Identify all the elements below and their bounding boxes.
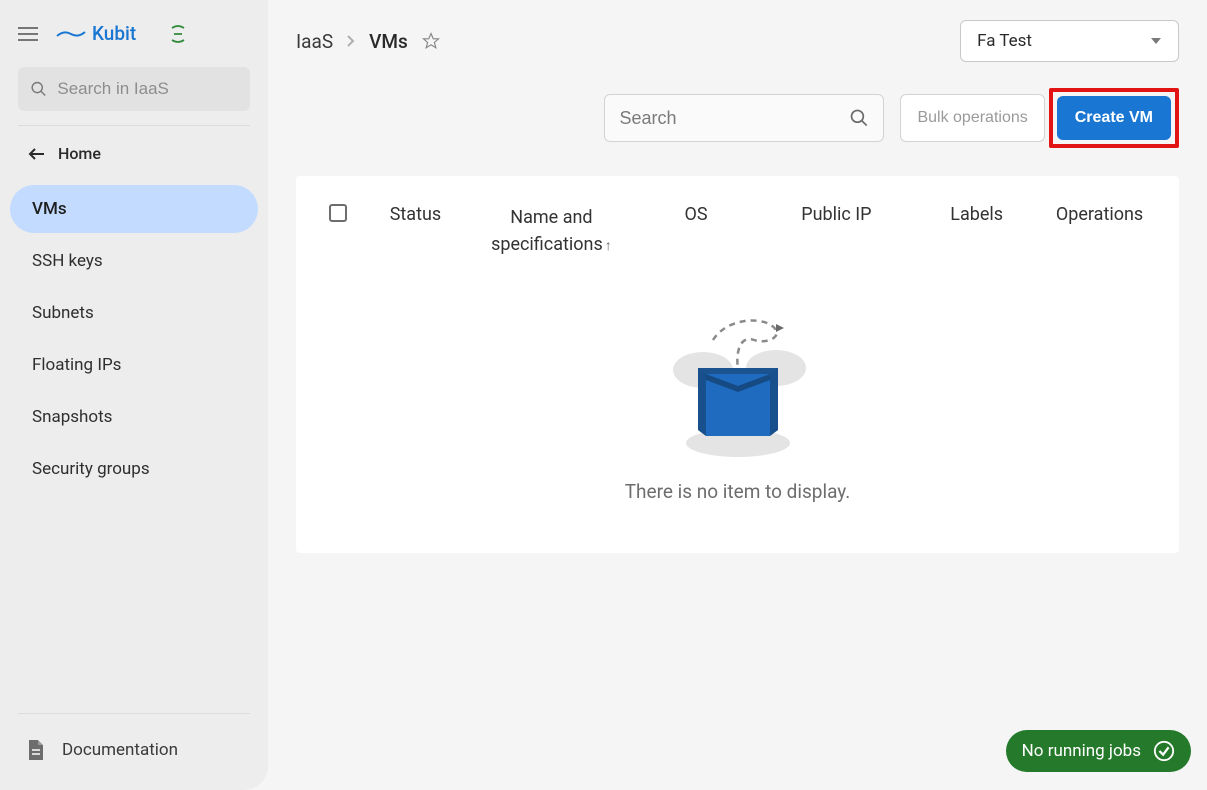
brand-logo[interactable]: Kubit xyxy=(56,22,136,45)
sidebar-header: Kubit xyxy=(0,0,268,67)
check-circle-icon xyxy=(1153,740,1175,762)
column-status[interactable]: Status xyxy=(363,198,468,231)
divider xyxy=(18,713,250,714)
column-public-ip[interactable]: Public IP xyxy=(758,198,916,231)
top-row: IaaS VMs Fa Test xyxy=(296,20,1179,62)
column-labels[interactable]: Labels xyxy=(915,198,1038,231)
sidebar-item-subnets[interactable]: Subnets xyxy=(10,289,258,337)
empty-state-message: There is no item to display. xyxy=(625,480,851,503)
project-selector[interactable]: Fa Test xyxy=(960,20,1179,62)
search-icon xyxy=(30,79,47,99)
column-os[interactable]: OS xyxy=(635,198,758,231)
empty-box-icon xyxy=(658,308,818,458)
chevron-right-icon xyxy=(347,35,355,47)
home-label: Home xyxy=(58,144,101,163)
create-vm-highlight: Create VM xyxy=(1049,88,1179,148)
column-name[interactable]: Name and specifications↑ xyxy=(468,198,634,264)
nav-list: VMs SSH keys Subnets Floating IPs Snapsh… xyxy=(0,177,268,501)
brand-wave-icon xyxy=(56,29,86,39)
project-selector-value: Fa Test xyxy=(977,31,1032,51)
caret-down-icon xyxy=(1150,37,1162,45)
search-icon[interactable] xyxy=(849,107,869,129)
table-header: Status Name and specifications↑ OS Publi… xyxy=(314,198,1161,264)
document-icon xyxy=(26,738,46,762)
action-row: Bulk operations Create VM xyxy=(296,88,1179,148)
sidebar-search-input[interactable] xyxy=(57,79,238,99)
jobs-status-pill[interactable]: No running jobs xyxy=(1006,730,1191,772)
sidebar-item-ssh-keys[interactable]: SSH keys xyxy=(10,237,258,285)
sidebar-item-vms[interactable]: VMs xyxy=(10,185,258,233)
column-name-label: Name and specifications xyxy=(491,207,603,255)
create-vm-button[interactable]: Create VM xyxy=(1057,96,1171,140)
column-operations[interactable]: Operations xyxy=(1038,198,1161,231)
select-all-cell xyxy=(314,198,363,222)
sidebar-search[interactable] xyxy=(18,67,250,111)
sidebar-item-security-groups[interactable]: Security groups xyxy=(10,445,258,493)
select-all-checkbox[interactable] xyxy=(329,204,347,222)
sidebar-footer: Documentation xyxy=(0,713,268,790)
sidebar: Kubit Home VMs SSH keys Subnets Floating… xyxy=(0,0,268,790)
sidebar-item-floating-ips[interactable]: Floating IPs xyxy=(10,341,258,389)
breadcrumb-current: VMs xyxy=(369,30,408,53)
main-search-input[interactable] xyxy=(619,108,849,129)
breadcrumb-root[interactable]: IaaS xyxy=(296,30,333,53)
main-search[interactable] xyxy=(604,94,884,142)
arrow-left-icon xyxy=(28,147,46,161)
breadcrumb: IaaS VMs xyxy=(296,30,440,53)
empty-state: There is no item to display. xyxy=(314,308,1161,503)
brand-name: Kubit xyxy=(92,22,136,45)
bulk-operations-button[interactable]: Bulk operations xyxy=(900,94,1044,142)
hamburger-menu-icon[interactable] xyxy=(18,27,38,41)
main-content: IaaS VMs Fa Test Bulk operations xyxy=(268,0,1207,573)
vm-table-card: Status Name and specifications↑ OS Publi… xyxy=(296,176,1179,553)
sidebar-item-snapshots[interactable]: Snapshots xyxy=(10,393,258,441)
favorite-star-icon[interactable] xyxy=(422,32,440,50)
documentation-label: Documentation xyxy=(62,740,178,760)
jobs-status-label: No running jobs xyxy=(1022,741,1141,761)
documentation-link[interactable]: Documentation xyxy=(18,732,250,768)
sort-ascending-icon: ↑ xyxy=(605,238,612,254)
secondary-logo-icon[interactable] xyxy=(168,24,188,44)
home-link[interactable]: Home xyxy=(0,126,268,177)
